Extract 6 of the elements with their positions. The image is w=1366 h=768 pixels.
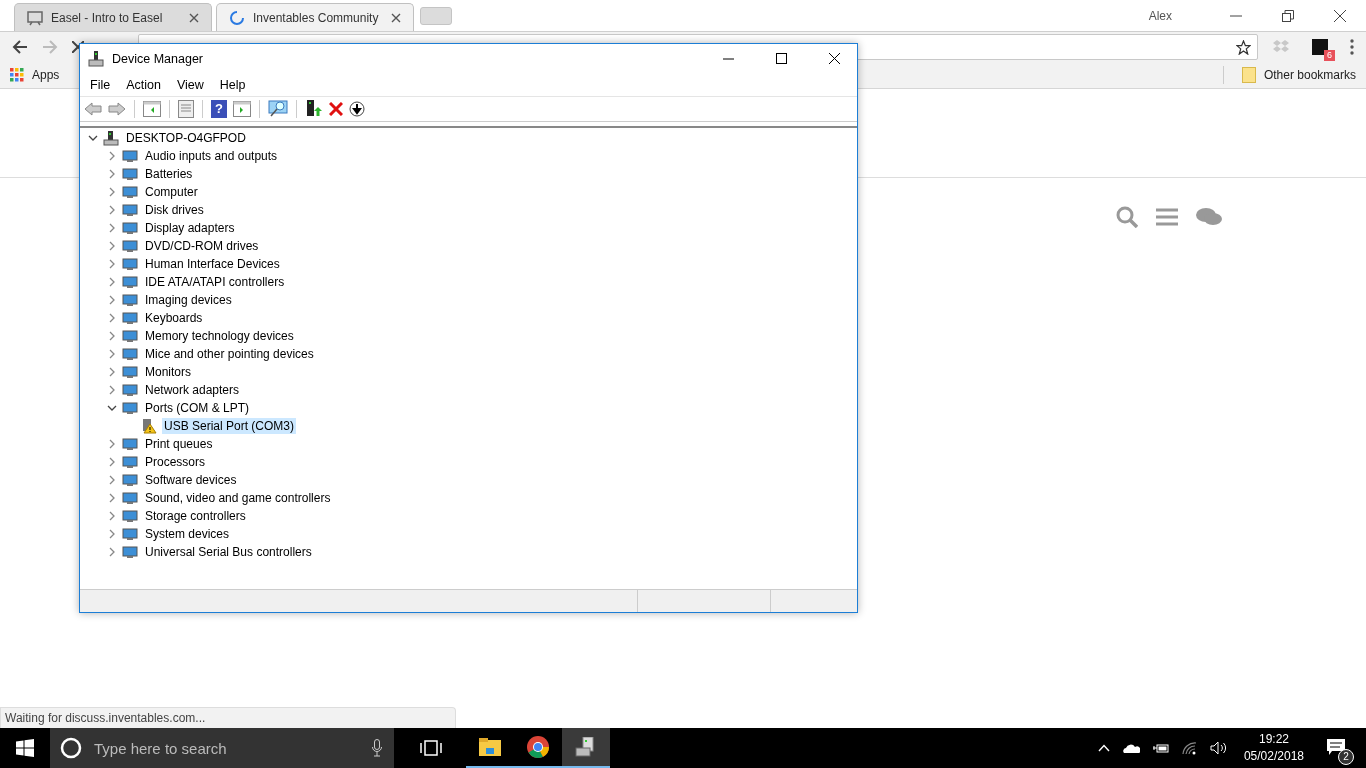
clock-time: 19:22 xyxy=(1258,731,1289,748)
window-title: Device Manager xyxy=(112,51,203,66)
extension-badge: 6 xyxy=(1324,50,1335,61)
status-bubble: Waiting for discuss.inventables.com... xyxy=(0,707,456,728)
notification-badge: 2 xyxy=(1338,748,1354,765)
clock-date: 05/02/2018 xyxy=(1243,748,1304,765)
